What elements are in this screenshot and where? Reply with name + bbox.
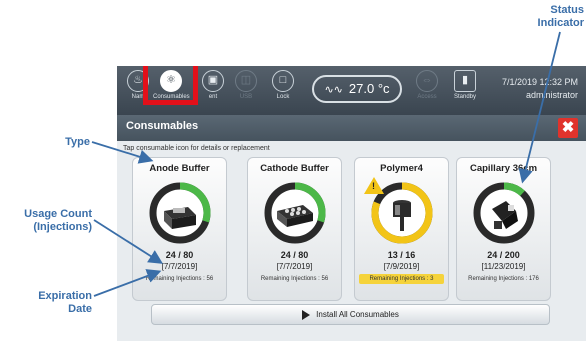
usage-count-arrow [93, 219, 164, 264]
type-arrow [91, 141, 154, 164]
status-indicator-arrow [518, 31, 561, 184]
callout-arrows [91, 31, 561, 297]
expiration-date-arrow [93, 269, 162, 297]
